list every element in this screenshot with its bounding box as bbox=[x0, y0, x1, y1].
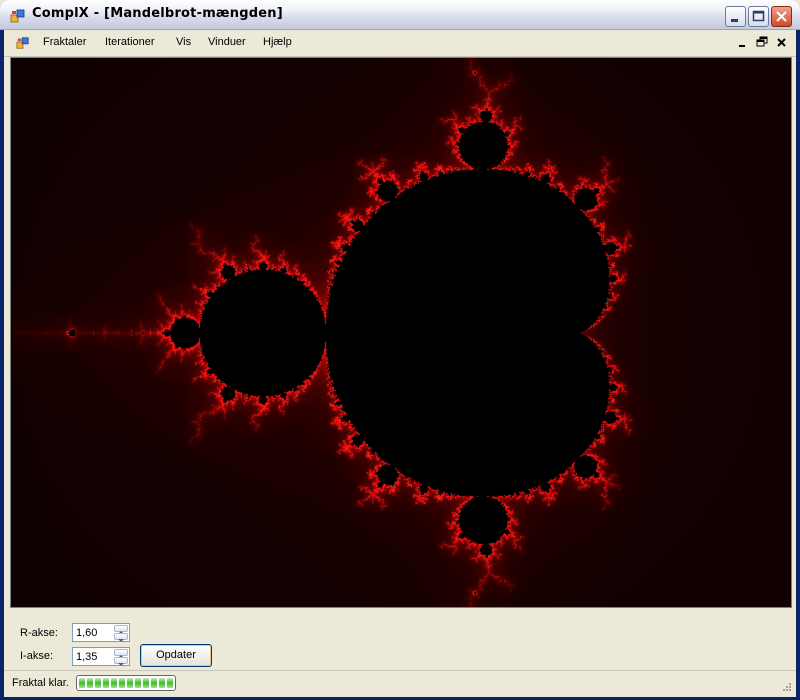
window-title: ComplX - [Mandelbrot-mængden] bbox=[32, 6, 283, 21]
menu-hjaelp[interactable]: Hjælp bbox=[261, 36, 294, 48]
menu-iterationer[interactable]: Iterationer bbox=[103, 36, 157, 48]
progress-segment bbox=[87, 678, 93, 688]
mandelbrot-canvas[interactable] bbox=[11, 58, 791, 607]
app-window: ComplX - [Mandelbrot-mængden] Fraktaler … bbox=[0, 0, 800, 700]
r-axis-label: R-akse: bbox=[20, 627, 58, 639]
update-button[interactable]: Opdater bbox=[140, 644, 212, 667]
client-area: Fraktaler Iterationer Vis Vinduer Hjælp … bbox=[4, 30, 796, 697]
r-axis-spinner[interactable]: 1,60 bbox=[72, 623, 130, 642]
i-axis-spinner[interactable]: 1,35 bbox=[72, 647, 130, 666]
title-bar[interactable]: ComplX - [Mandelbrot-mængden] bbox=[0, 0, 800, 30]
maximize-icon bbox=[752, 10, 765, 22]
menu-bar: Fraktaler Iterationer Vis Vinduer Hjælp bbox=[4, 30, 796, 57]
mdi-minimize-icon[interactable] bbox=[736, 35, 750, 49]
r-axis-up-button[interactable] bbox=[114, 625, 128, 634]
progress-segment bbox=[167, 678, 173, 688]
mdi-restore-icon[interactable] bbox=[755, 35, 769, 49]
progress-segment bbox=[95, 678, 101, 688]
progress-segment bbox=[159, 678, 165, 688]
progress-segment bbox=[103, 678, 109, 688]
i-axis-down-button[interactable] bbox=[114, 657, 128, 666]
progress-segment bbox=[119, 678, 125, 688]
progress-segment bbox=[143, 678, 149, 688]
minimize-icon bbox=[731, 19, 738, 22]
arrow-down-icon bbox=[118, 663, 124, 666]
arrow-down-icon bbox=[118, 639, 124, 642]
r-axis-value[interactable]: 1,60 bbox=[76, 627, 97, 639]
maximize-button[interactable] bbox=[748, 6, 769, 27]
i-axis-value[interactable]: 1,35 bbox=[76, 651, 97, 663]
i-axis-label: I-akse: bbox=[20, 650, 54, 662]
menu-vis[interactable]: Vis bbox=[174, 36, 193, 48]
menu-vinduer[interactable]: Vinduer bbox=[206, 36, 248, 48]
i-axis-up-button[interactable] bbox=[114, 649, 128, 658]
app-window-icon[interactable] bbox=[10, 8, 26, 24]
r-axis-down-button[interactable] bbox=[114, 633, 128, 642]
progress-segment bbox=[127, 678, 133, 688]
progress-segment bbox=[79, 678, 85, 688]
status-text: Fraktal klar. bbox=[12, 677, 69, 689]
mdi-close-icon[interactable] bbox=[775, 35, 789, 49]
progress-fill bbox=[79, 678, 173, 688]
axis-control-panel: R-akse: 1,60 I-akse: 1,35 Opdater bbox=[4, 608, 796, 670]
status-bar: Fraktal klar. bbox=[4, 670, 796, 697]
progress-segment bbox=[135, 678, 141, 688]
menu-fraktaler[interactable]: Fraktaler bbox=[41, 36, 88, 48]
progress-segment bbox=[151, 678, 157, 688]
progress-segment bbox=[111, 678, 117, 688]
progress-bar bbox=[76, 675, 176, 691]
close-button[interactable] bbox=[771, 6, 792, 27]
fractal-view[interactable] bbox=[10, 57, 792, 608]
resize-grip-icon[interactable] bbox=[780, 682, 792, 694]
mdi-document-icon[interactable] bbox=[16, 36, 30, 50]
minimize-button[interactable] bbox=[725, 6, 746, 27]
close-icon bbox=[776, 11, 787, 22]
